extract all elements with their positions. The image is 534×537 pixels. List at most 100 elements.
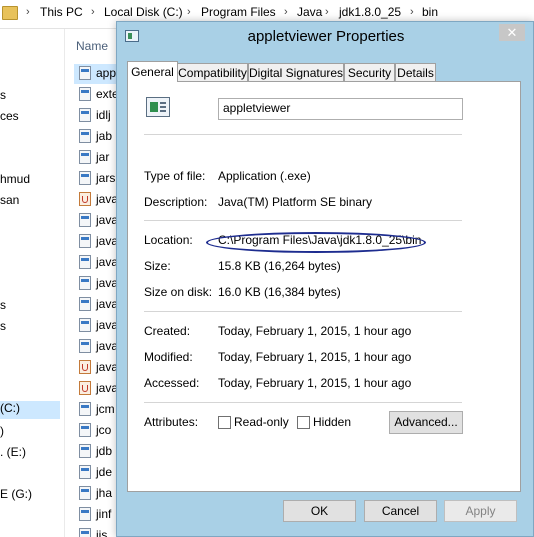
file-row[interactable]: app — [74, 64, 118, 84]
nav-item[interactable]: s — [0, 88, 6, 102]
nav-item[interactable]: ces — [0, 109, 19, 123]
file-name: jco — [96, 423, 112, 437]
file-name: idlj — [96, 108, 111, 122]
file-name: java — [96, 360, 118, 374]
exe-icon — [79, 444, 91, 458]
tab-details[interactable]: Details — [395, 63, 436, 81]
description-value: Java(TM) Platform SE binary — [218, 195, 373, 209]
file-row[interactable]: jde — [74, 463, 118, 483]
folder-icon — [2, 6, 18, 20]
description-label: Description: — [144, 195, 208, 209]
file-row[interactable]: jco — [74, 421, 118, 441]
breadcrumb-this-pc[interactable]: This PC — [40, 5, 83, 19]
nav-item[interactable]: san — [0, 193, 19, 207]
exe-icon — [79, 339, 91, 353]
ok-button[interactable]: OK — [283, 500, 356, 522]
size-value: 15.8 KB (16,264 bytes) — [218, 259, 341, 273]
tab-compatibility[interactable]: Compatibility — [177, 63, 248, 81]
close-button[interactable]: ✕ — [499, 24, 525, 41]
file-name: java — [96, 234, 118, 248]
file-row[interactable]: exte — [74, 85, 118, 105]
cancel-button[interactable]: Cancel — [364, 500, 437, 522]
file-row[interactable]: jar — [74, 148, 118, 168]
file-name: jde — [96, 465, 113, 479]
nav-item[interactable]: hmud — [0, 172, 30, 186]
exe-icon — [79, 108, 91, 122]
exe-icon — [79, 213, 91, 227]
chevron-right-icon: › — [284, 6, 288, 18]
file-row[interactable]: java — [74, 337, 118, 357]
divider — [144, 402, 462, 403]
tab-strip: General Compatibility Digital Signatures… — [127, 61, 527, 82]
file-row[interactable]: jdb — [74, 442, 118, 462]
file-row[interactable]: jcm — [74, 400, 118, 420]
read-only-checkbox[interactable] — [218, 416, 231, 429]
nav-item[interactable]: s — [0, 298, 6, 312]
file-list: Name app exte idlj jab jar jars java java java ja… — [66, 29, 118, 537]
java-icon — [79, 192, 91, 206]
breadcrumb-jdk[interactable]: jdk1.8.0_25 — [339, 5, 401, 19]
tab-general[interactable]: General — [127, 61, 178, 82]
modified-label: Modified: — [144, 350, 193, 364]
nav-item-g-drive[interactable]: E (G:) — [0, 487, 32, 501]
breadcrumb-java[interactable]: Java — [297, 5, 322, 19]
attributes-label: Attributes: — [144, 415, 199, 429]
nav-item[interactable]: ) — [0, 424, 4, 438]
file-row[interactable]: jab — [74, 127, 118, 147]
file-name: java — [96, 318, 118, 332]
file-row[interactable]: jha — [74, 484, 118, 504]
column-header-name[interactable]: Name — [76, 39, 108, 53]
file-name: java — [96, 297, 118, 311]
size-on-disk-label: Size on disk: — [144, 285, 213, 299]
dialog-title: appletviewer Properties — [247, 28, 405, 45]
file-row[interactable]: java — [74, 190, 118, 210]
nav-item[interactable]: s — [0, 319, 6, 333]
nav-item-e-drive[interactable]: . (E:) — [0, 445, 26, 459]
created-value: Today, February 1, 2015, 1 hour ago — [218, 324, 412, 338]
file-row[interactable]: java — [74, 211, 118, 231]
file-name-field[interactable]: appletviewer — [218, 98, 463, 120]
exe-icon — [79, 528, 91, 537]
breadcrumb-local-disk[interactable]: Local Disk (C:) — [104, 5, 183, 19]
file-name: java — [96, 339, 118, 353]
exe-icon — [79, 171, 91, 185]
file-row[interactable]: java — [74, 316, 118, 336]
application-icon — [146, 97, 170, 117]
breadcrumb-bin[interactable]: bin — [422, 5, 438, 19]
file-row[interactable]: java — [74, 274, 118, 294]
file-row[interactable]: java — [74, 253, 118, 273]
exe-icon — [79, 150, 91, 164]
file-row[interactable]: jinf — [74, 505, 118, 525]
file-name: jjs — [96, 528, 108, 537]
close-icon: ✕ — [506, 25, 518, 40]
file-name: jdb — [96, 444, 113, 458]
nav-item-c-drive[interactable]: (C:) — [0, 401, 60, 419]
file-row[interactable]: java — [74, 358, 118, 378]
advanced-button[interactable]: Advanced... — [389, 411, 463, 434]
file-name: jinf — [96, 507, 112, 521]
breadcrumb-program-files[interactable]: Program Files — [201, 5, 276, 19]
apply-button[interactable]: Apply — [444, 500, 517, 522]
file-name: jar — [96, 150, 110, 164]
file-row[interactable]: java — [74, 232, 118, 252]
file-row[interactable]: idlj — [74, 106, 118, 126]
exe-icon — [79, 66, 91, 80]
file-name: exte — [96, 87, 118, 101]
file-row[interactable]: java — [74, 379, 118, 399]
size-label: Size: — [144, 259, 171, 273]
divider — [144, 134, 462, 135]
file-row[interactable]: jjs — [74, 526, 118, 537]
file-row[interactable]: java — [74, 295, 118, 315]
file-row[interactable]: jars — [74, 169, 118, 189]
tab-digital-signatures[interactable]: Digital Signatures — [248, 63, 344, 81]
exe-icon — [79, 486, 91, 500]
accessed-value: Today, February 1, 2015, 1 hour ago — [218, 376, 412, 390]
exe-icon — [79, 276, 91, 290]
exe-icon — [79, 402, 91, 416]
size-on-disk-value: 16.0 KB (16,384 bytes) — [218, 285, 341, 299]
hidden-checkbox[interactable] — [297, 416, 310, 429]
tab-security[interactable]: Security — [344, 63, 395, 81]
file-name: java — [96, 276, 118, 290]
navigation-pane: s ces hmud san s s (C:) ) . (E:) E (G:) — [0, 29, 65, 537]
chevron-right-icon: › — [91, 6, 95, 18]
